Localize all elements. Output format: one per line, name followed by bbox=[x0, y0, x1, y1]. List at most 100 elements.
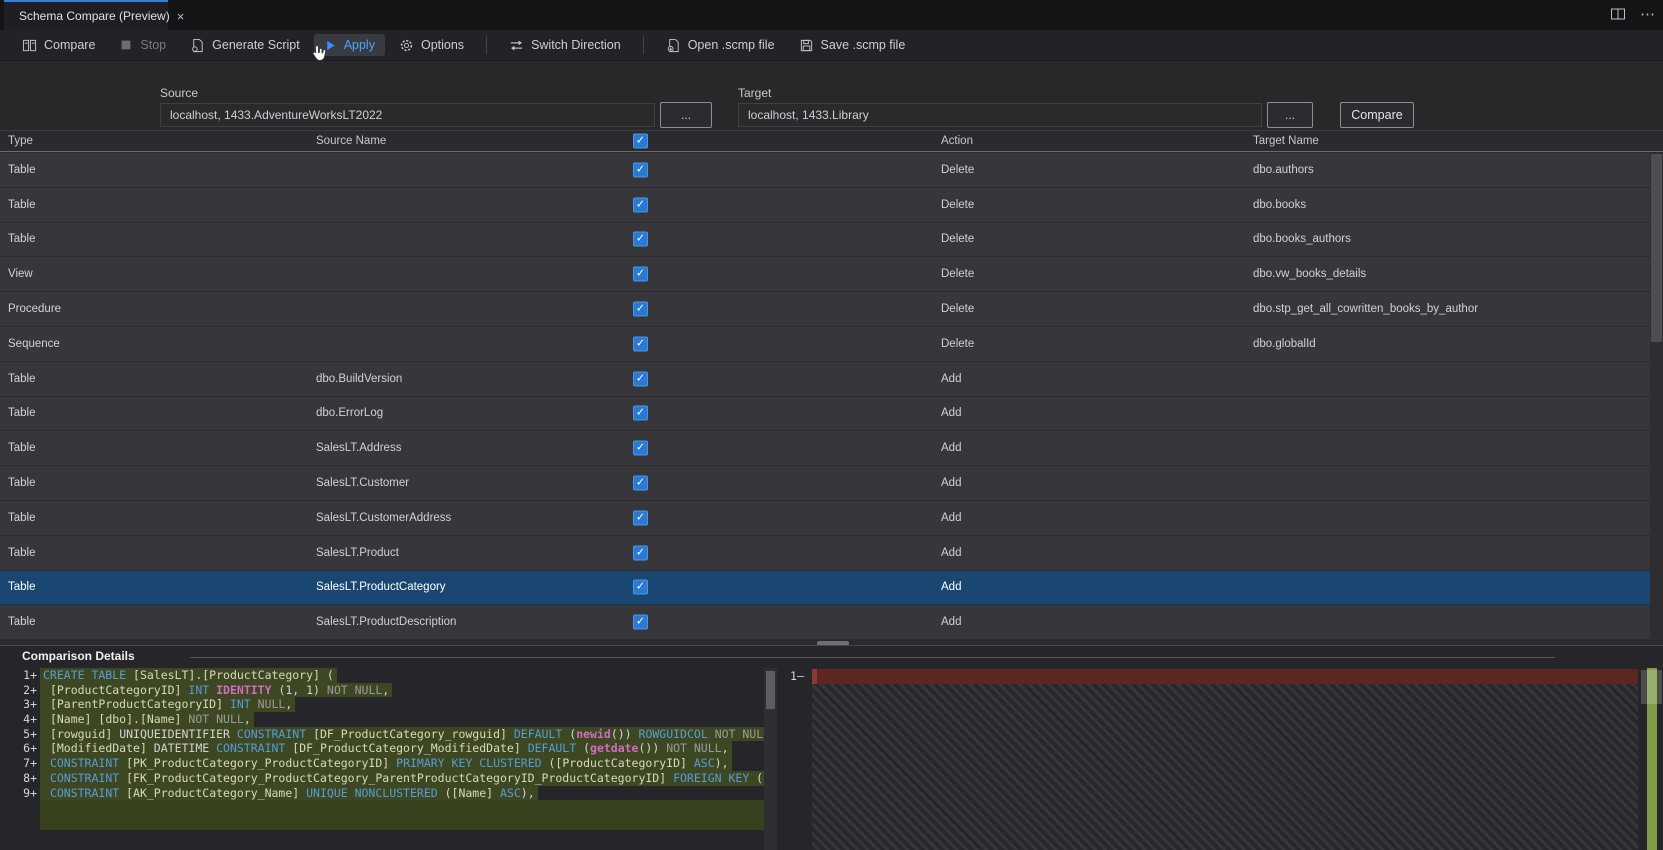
left-pane-scrollbar-thumb[interactable] bbox=[766, 671, 775, 709]
row-type: Table bbox=[8, 372, 36, 385]
row-include-checkbox[interactable]: ✓ bbox=[633, 475, 648, 491]
table-row[interactable]: Table SalesLT.Customer ✓ Add bbox=[0, 466, 1663, 501]
line-number: 6+ bbox=[23, 741, 37, 756]
close-tab-icon[interactable]: × bbox=[177, 10, 185, 23]
comparison-details-title: Comparison Details bbox=[22, 649, 135, 663]
row-action: Delete bbox=[941, 303, 975, 316]
save-icon bbox=[800, 39, 812, 51]
added-line-text: [ParentProductCategoryID] INT NULL, bbox=[40, 697, 296, 713]
split-editor-icon[interactable] bbox=[1610, 6, 1626, 22]
diff-code-line: 4+ [Name] [dbo].[Name] NOT NULL, bbox=[14, 712, 764, 727]
table-row[interactable]: Table SalesLT.ProductCategory ✓ Add bbox=[0, 570, 1663, 606]
row-source-name: SalesLT.ProductCategory bbox=[316, 581, 446, 594]
table-row[interactable]: Table SalesLT.Address ✓ Add bbox=[0, 431, 1663, 467]
open-file-icon bbox=[667, 38, 679, 52]
tab-title: Schema Compare (Preview) bbox=[19, 9, 170, 23]
target-label: Target bbox=[738, 86, 772, 100]
save-scmp-label: Save .scmp file bbox=[820, 38, 906, 52]
switch-direction-button[interactable]: Switch Direction bbox=[499, 34, 631, 57]
compare-toolbar-button[interactable]: Compare bbox=[12, 34, 105, 57]
row-action: Add bbox=[941, 372, 962, 385]
compare-run-button[interactable]: Compare bbox=[1340, 102, 1414, 128]
table-row[interactable]: Sequence ✓ Delete dbo.globalId bbox=[0, 326, 1663, 362]
tab-schema-compare[interactable]: Schema Compare (Preview) × bbox=[4, 0, 184, 30]
row-type: Sequence bbox=[8, 337, 60, 350]
row-target-name: dbo.stp_get_all_cowritten_books_by_autho… bbox=[1253, 303, 1479, 316]
row-include-checkbox[interactable]: ✓ bbox=[633, 405, 648, 421]
column-header-target-name[interactable]: Target Name bbox=[1253, 135, 1319, 147]
open-scmp-button[interactable]: Open .scmp file bbox=[656, 34, 785, 57]
table-row[interactable]: Table SalesLT.Product ✓ Add bbox=[0, 535, 1663, 571]
row-include-checkbox[interactable]: ✓ bbox=[633, 545, 648, 561]
row-type: Table bbox=[8, 477, 36, 490]
row-include-checkbox[interactable]: ✓ bbox=[633, 301, 648, 317]
gear-icon bbox=[400, 39, 413, 51]
table-row[interactable]: Table ✓ Delete dbo.authors bbox=[0, 153, 1663, 188]
generate-script-button[interactable]: Generate Script bbox=[180, 34, 310, 57]
row-source-name: dbo.BuildVersion bbox=[316, 372, 403, 385]
row-source-name: SalesLT.Customer bbox=[316, 477, 410, 490]
row-include-checkbox[interactable]: ✓ bbox=[633, 231, 648, 247]
table-row[interactable]: Table dbo.BuildVersion ✓ Add bbox=[0, 361, 1663, 397]
row-type: Table bbox=[8, 511, 36, 524]
comparison-result-grid: Table ✓ Delete dbo.authors Table ✓ Delete dbo.b… bbox=[0, 153, 1663, 641]
grid-header: Type Source Name ✓ Action Target Name bbox=[0, 130, 1663, 152]
save-scmp-button[interactable]: Save .scmp file bbox=[789, 34, 916, 57]
added-line-text: [rowguid] UNIQUEIDENTIFIER CONSTRAINT [D… bbox=[40, 726, 764, 742]
target-missing-line-bar bbox=[812, 669, 1638, 684]
row-source-name: dbo.ErrorLog bbox=[316, 407, 384, 420]
right-pane-scrollbar-thumb[interactable] bbox=[1641, 670, 1662, 704]
row-action: Add bbox=[941, 407, 962, 420]
added-line-text: [Name] [dbo].[Name] NOT NULL, bbox=[40, 712, 254, 727]
row-include-checkbox[interactable]: ✓ bbox=[633, 266, 648, 282]
row-target-name: dbo.authors bbox=[1253, 163, 1314, 176]
target-empty-hatch-region bbox=[812, 683, 1638, 850]
table-row[interactable]: View ✓ Delete dbo.vw_books_details bbox=[0, 257, 1663, 293]
source-input[interactable] bbox=[160, 103, 655, 127]
line-number: 3+ bbox=[23, 697, 37, 712]
table-row[interactable]: Table ✓ Delete dbo.books bbox=[0, 187, 1663, 223]
row-include-checkbox[interactable]: ✓ bbox=[633, 510, 648, 526]
row-action: Add bbox=[941, 546, 962, 559]
column-header-type[interactable]: Type bbox=[8, 135, 33, 147]
diff-code-line: 7+ CONSTRAINT [PK_ProductCategory_Produc… bbox=[14, 756, 764, 771]
source-script-diff-pane[interactable]: 1+ CREATE TABLE [SalesLT].[ProductCategor… bbox=[14, 668, 764, 850]
row-type: Table bbox=[8, 442, 36, 455]
source-label: Source bbox=[160, 86, 199, 100]
row-include-checkbox[interactable]: ✓ bbox=[633, 371, 648, 387]
row-include-checkbox[interactable]: ✓ bbox=[633, 197, 648, 213]
select-all-checkbox[interactable]: ✓ bbox=[633, 133, 648, 149]
target-input[interactable] bbox=[738, 103, 1262, 127]
column-header-source-name[interactable]: Source Name bbox=[316, 135, 386, 147]
options-label: Options bbox=[420, 38, 465, 52]
line-number bbox=[14, 815, 40, 830]
row-include-checkbox[interactable]: ✓ bbox=[633, 614, 648, 630]
source-browse-button[interactable]: ... bbox=[660, 102, 712, 128]
target-missing-line-marker bbox=[812, 669, 817, 684]
row-type: Table bbox=[8, 616, 36, 629]
row-action: Delete bbox=[941, 233, 975, 246]
target-browse-button[interactable]: ... bbox=[1267, 102, 1313, 128]
row-include-checkbox[interactable]: ✓ bbox=[633, 440, 648, 456]
options-button[interactable]: Options bbox=[389, 34, 474, 57]
compare-icon bbox=[22, 39, 37, 51]
column-header-action[interactable]: Action bbox=[941, 135, 973, 147]
line-number bbox=[14, 800, 40, 815]
row-include-checkbox[interactable]: ✓ bbox=[633, 336, 648, 352]
diff-code-line: 1+ CREATE TABLE [SalesLT].[ProductCategor… bbox=[14, 668, 764, 683]
toolbar-separator bbox=[486, 36, 488, 54]
added-line-clipped bbox=[40, 814, 764, 830]
row-include-checkbox[interactable]: ✓ bbox=[633, 579, 648, 595]
target-diff-line-number: 1— bbox=[790, 669, 804, 683]
table-row[interactable]: Table ✓ Delete dbo.books_authors bbox=[0, 222, 1663, 258]
row-include-checkbox[interactable]: ✓ bbox=[633, 162, 648, 178]
diff-code-line: 6+ [ModifiedDate] DATETIME CONSTRAINT [D… bbox=[14, 741, 764, 757]
table-row[interactable]: Table SalesLT.CustomerAddress ✓ Add bbox=[0, 500, 1663, 536]
more-actions-icon[interactable]: ⋯ bbox=[1640, 7, 1655, 22]
table-row[interactable]: Procedure ✓ Delete dbo.stp_get_all_cowritte… bbox=[0, 292, 1663, 327]
table-row[interactable]: Table dbo.ErrorLog ✓ Add bbox=[0, 396, 1663, 432]
grid-vertical-scrollbar-thumb[interactable] bbox=[1651, 154, 1662, 342]
row-source-name: SalesLT.ProductDescription bbox=[316, 616, 457, 629]
compare-label: Compare bbox=[44, 38, 96, 52]
table-row[interactable]: Table SalesLT.ProductDescription ✓ Add bbox=[0, 605, 1663, 641]
